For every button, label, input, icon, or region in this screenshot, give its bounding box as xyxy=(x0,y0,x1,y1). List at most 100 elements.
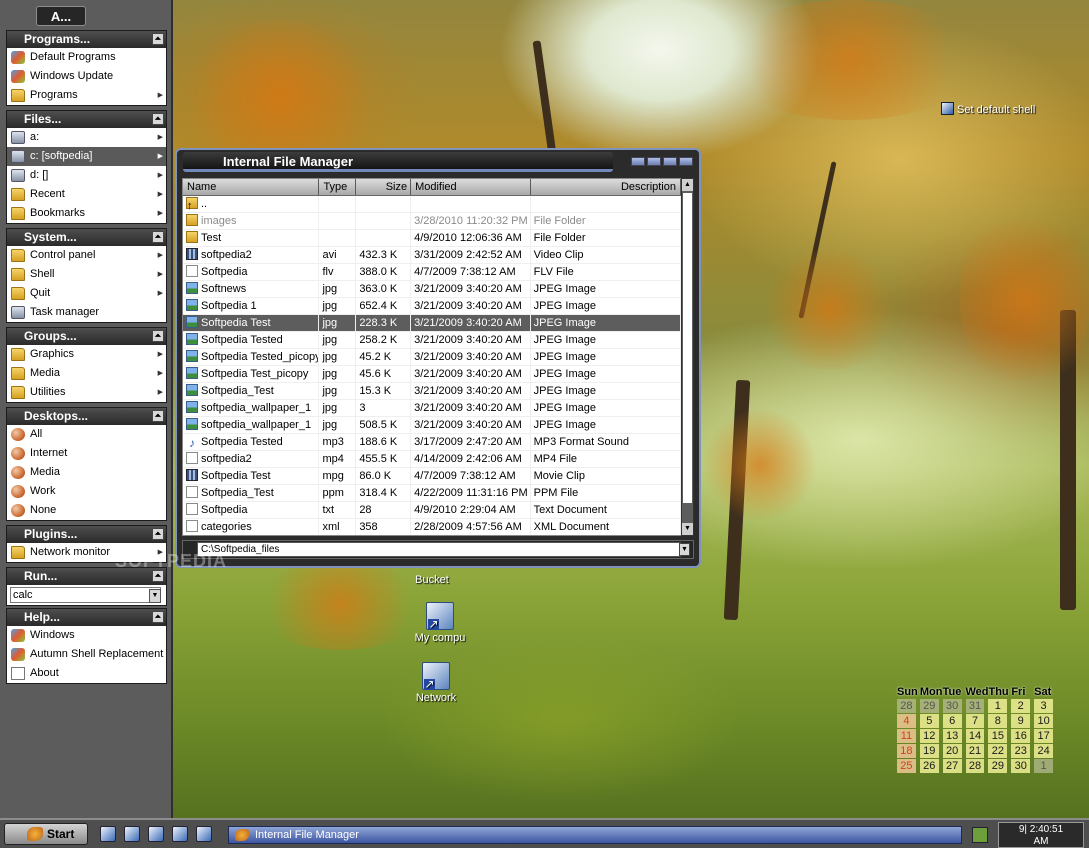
file-row[interactable]: softpedia_wallpaper_1 jpg 508.5 K 3/21/2009… xyxy=(183,417,681,434)
file-row[interactable]: Softpedia 1 jpg 652.4 K 3/21/2009 3:40:20 A… xyxy=(183,298,681,315)
close-button[interactable] xyxy=(679,157,693,166)
file-row[interactable]: Softpedia_Test ppm 318.4 K 4/22/2009 11:31:… xyxy=(183,485,681,502)
calendar-day[interactable]: 19 xyxy=(919,744,939,758)
calendar-day[interactable]: 29 xyxy=(919,699,939,713)
column-header-modified[interactable]: Modified xyxy=(411,179,531,195)
file-row[interactable]: Softpedia Tested_picopy jpg 45.2 K 3/21/200… xyxy=(183,349,681,366)
collapse-icon[interactable]: ⏶ xyxy=(152,330,164,342)
recycle-bin-shortcut[interactable]: Bucket xyxy=(412,574,452,586)
scroll-down-button[interactable]: ▼ xyxy=(682,523,693,535)
column-header-type[interactable]: Type xyxy=(319,179,357,195)
calendar-day[interactable]: 18 xyxy=(897,744,916,758)
calendar-day[interactable]: 29 xyxy=(988,759,1008,773)
panel-item[interactable]: Autumn Shell Replacement xyxy=(7,645,166,664)
panel-item[interactable]: Task manager xyxy=(7,303,166,322)
calendar-day[interactable]: 8 xyxy=(988,714,1008,728)
panel-title[interactable]: A... xyxy=(36,6,86,26)
calendar-day[interactable]: 16 xyxy=(1011,729,1031,743)
collapse-icon[interactable]: ⏶ xyxy=(152,611,164,623)
minimize-button[interactable] xyxy=(631,157,645,166)
window-title-bar[interactable]: Internal File Manager xyxy=(183,152,613,172)
file-row[interactable]: Softpedia Test_picopy jpg 45.6 K 3/21/2009 … xyxy=(183,366,681,383)
panel-item[interactable]: None xyxy=(7,501,166,520)
panel-item[interactable]: Programs ▶ xyxy=(7,86,166,105)
section-header[interactable]: Programs... ⏶ xyxy=(7,31,166,48)
collapse-icon[interactable]: ⏶ xyxy=(152,33,164,45)
vertical-scrollbar[interactable]: ▲ ▼ xyxy=(681,178,694,536)
calendar-day[interactable]: 14 xyxy=(965,729,985,743)
calendar-day[interactable]: 6 xyxy=(942,714,962,728)
file-row[interactable]: ↑.. xyxy=(183,196,681,213)
file-row[interactable]: Softpedia Tested jpg 258.2 K 3/21/2009 3:40… xyxy=(183,332,681,349)
section-header[interactable]: Plugins... ⏶ xyxy=(7,526,166,543)
calendar-day[interactable]: 27 xyxy=(942,759,962,773)
network-shortcut[interactable]: Network xyxy=(412,662,460,704)
calendar-day[interactable]: 10 xyxy=(1034,714,1054,728)
panel-item[interactable]: Windows xyxy=(7,626,166,645)
calendar-day[interactable]: 31 xyxy=(965,699,985,713)
file-row[interactable]: Softnews jpg 363.0 K 3/21/2009 3:40:20 AM JP… xyxy=(183,281,681,298)
calendar-day[interactable]: 22 xyxy=(988,744,1008,758)
run-input[interactable] xyxy=(10,587,161,603)
section-header[interactable]: Groups... ⏶ xyxy=(7,328,166,345)
file-row[interactable]: Softpedia txt 28 4/9/2010 2:29:04 AM Text Do… xyxy=(183,502,681,519)
maximize-button[interactable] xyxy=(663,157,677,166)
calendar-day[interactable]: 11 xyxy=(897,729,916,743)
panel-item[interactable]: c: [softpedia] ▶ xyxy=(7,147,166,166)
panel-item[interactable]: Windows Update xyxy=(7,67,166,86)
panel-item[interactable]: Media ▶ xyxy=(7,364,166,383)
taskbar-button-file-manager[interactable]: Internal File Manager xyxy=(228,826,962,844)
panel-item[interactable]: Internet xyxy=(7,444,166,463)
calendar-day[interactable]: 25 xyxy=(897,759,916,773)
calendar-day[interactable]: 15 xyxy=(988,729,1008,743)
collapse-icon[interactable]: ⏶ xyxy=(152,410,164,422)
collapse-icon[interactable]: ⏶ xyxy=(152,528,164,540)
internet-explorer-icon[interactable] xyxy=(124,826,140,842)
calendar-day[interactable]: 28 xyxy=(897,699,916,713)
show-desktop-icon[interactable] xyxy=(100,826,116,842)
column-header-description[interactable]: Description xyxy=(531,179,681,195)
desktop-switch-icon[interactable] xyxy=(148,826,164,842)
collapse-icon[interactable]: ⏶ xyxy=(152,113,164,125)
calendar-day[interactable]: 3 xyxy=(1034,699,1054,713)
collapse-icon[interactable]: ⏶ xyxy=(152,231,164,243)
calendar-day[interactable]: 9 xyxy=(1011,714,1031,728)
network-tray-icon[interactable] xyxy=(972,827,988,843)
my-computer-shortcut[interactable]: My compu xyxy=(412,602,468,644)
file-row[interactable]: softpedia_wallpaper_1 jpg 3 3/21/2009 3:40:… xyxy=(183,400,681,417)
file-row[interactable]: softpedia2 mp4 455.5 K 4/14/2009 2:42:06 AM… xyxy=(183,451,681,468)
calendar-day[interactable]: 30 xyxy=(1011,759,1031,773)
column-header-size[interactable]: Size xyxy=(356,179,412,195)
panel-item[interactable]: Graphics ▶ xyxy=(7,345,166,364)
panel-item[interactable]: Control panel ▶ xyxy=(7,246,166,265)
calendar-day[interactable]: 5 xyxy=(919,714,939,728)
panel-item[interactable]: Default Programs xyxy=(7,48,166,67)
section-header[interactable]: Help... ⏶ xyxy=(7,609,166,626)
path-input[interactable] xyxy=(197,542,681,557)
panel-item[interactable]: Bookmarks ▶ xyxy=(7,204,166,223)
calendar-day[interactable]: 24 xyxy=(1034,744,1054,758)
start-button[interactable]: Start xyxy=(4,823,88,845)
section-header[interactable]: System... ⏶ xyxy=(7,229,166,246)
file-row[interactable]: Softpedia Test mpg 86.0 K 4/7/2009 7:38:12 … xyxy=(183,468,681,485)
section-header[interactable]: Files... ⏶ xyxy=(7,111,166,128)
panel-item[interactable]: Shell ▶ xyxy=(7,265,166,284)
clock[interactable]: 9| 2:40:51 AM xyxy=(998,822,1084,848)
calendar-day[interactable]: 23 xyxy=(1011,744,1031,758)
panel-item[interactable]: Quit ▶ xyxy=(7,284,166,303)
calendar-day[interactable]: 7 xyxy=(965,714,985,728)
section-header[interactable]: Desktops... ⏶ xyxy=(7,408,166,425)
file-row[interactable]: Softpedia Test jpg 228.3 K 3/21/2009 3:40:2… xyxy=(183,315,681,332)
column-header-name[interactable]: Name xyxy=(183,179,320,195)
file-row[interactable]: images 3/28/2010 11:20:32 PM File Folder xyxy=(183,213,681,230)
calendar-day[interactable]: 2 xyxy=(1011,699,1031,713)
file-row[interactable]: Softpedia_Test jpg 15.3 K 3/21/2009 3:40:20… xyxy=(183,383,681,400)
calendar-day[interactable]: 30 xyxy=(942,699,962,713)
path-dropdown-button[interactable]: ▼ xyxy=(679,543,690,556)
file-row[interactable]: softpedia2 avi 432.3 K 3/31/2009 2:42:52 AM… xyxy=(183,247,681,264)
restore-button[interactable] xyxy=(647,157,661,166)
windows-media-icon[interactable] xyxy=(196,826,212,842)
panel-item[interactable]: d: [] ▶ xyxy=(7,166,166,185)
calendar-day[interactable]: 4 xyxy=(897,714,916,728)
calendar-day[interactable]: 1 xyxy=(1034,759,1054,773)
